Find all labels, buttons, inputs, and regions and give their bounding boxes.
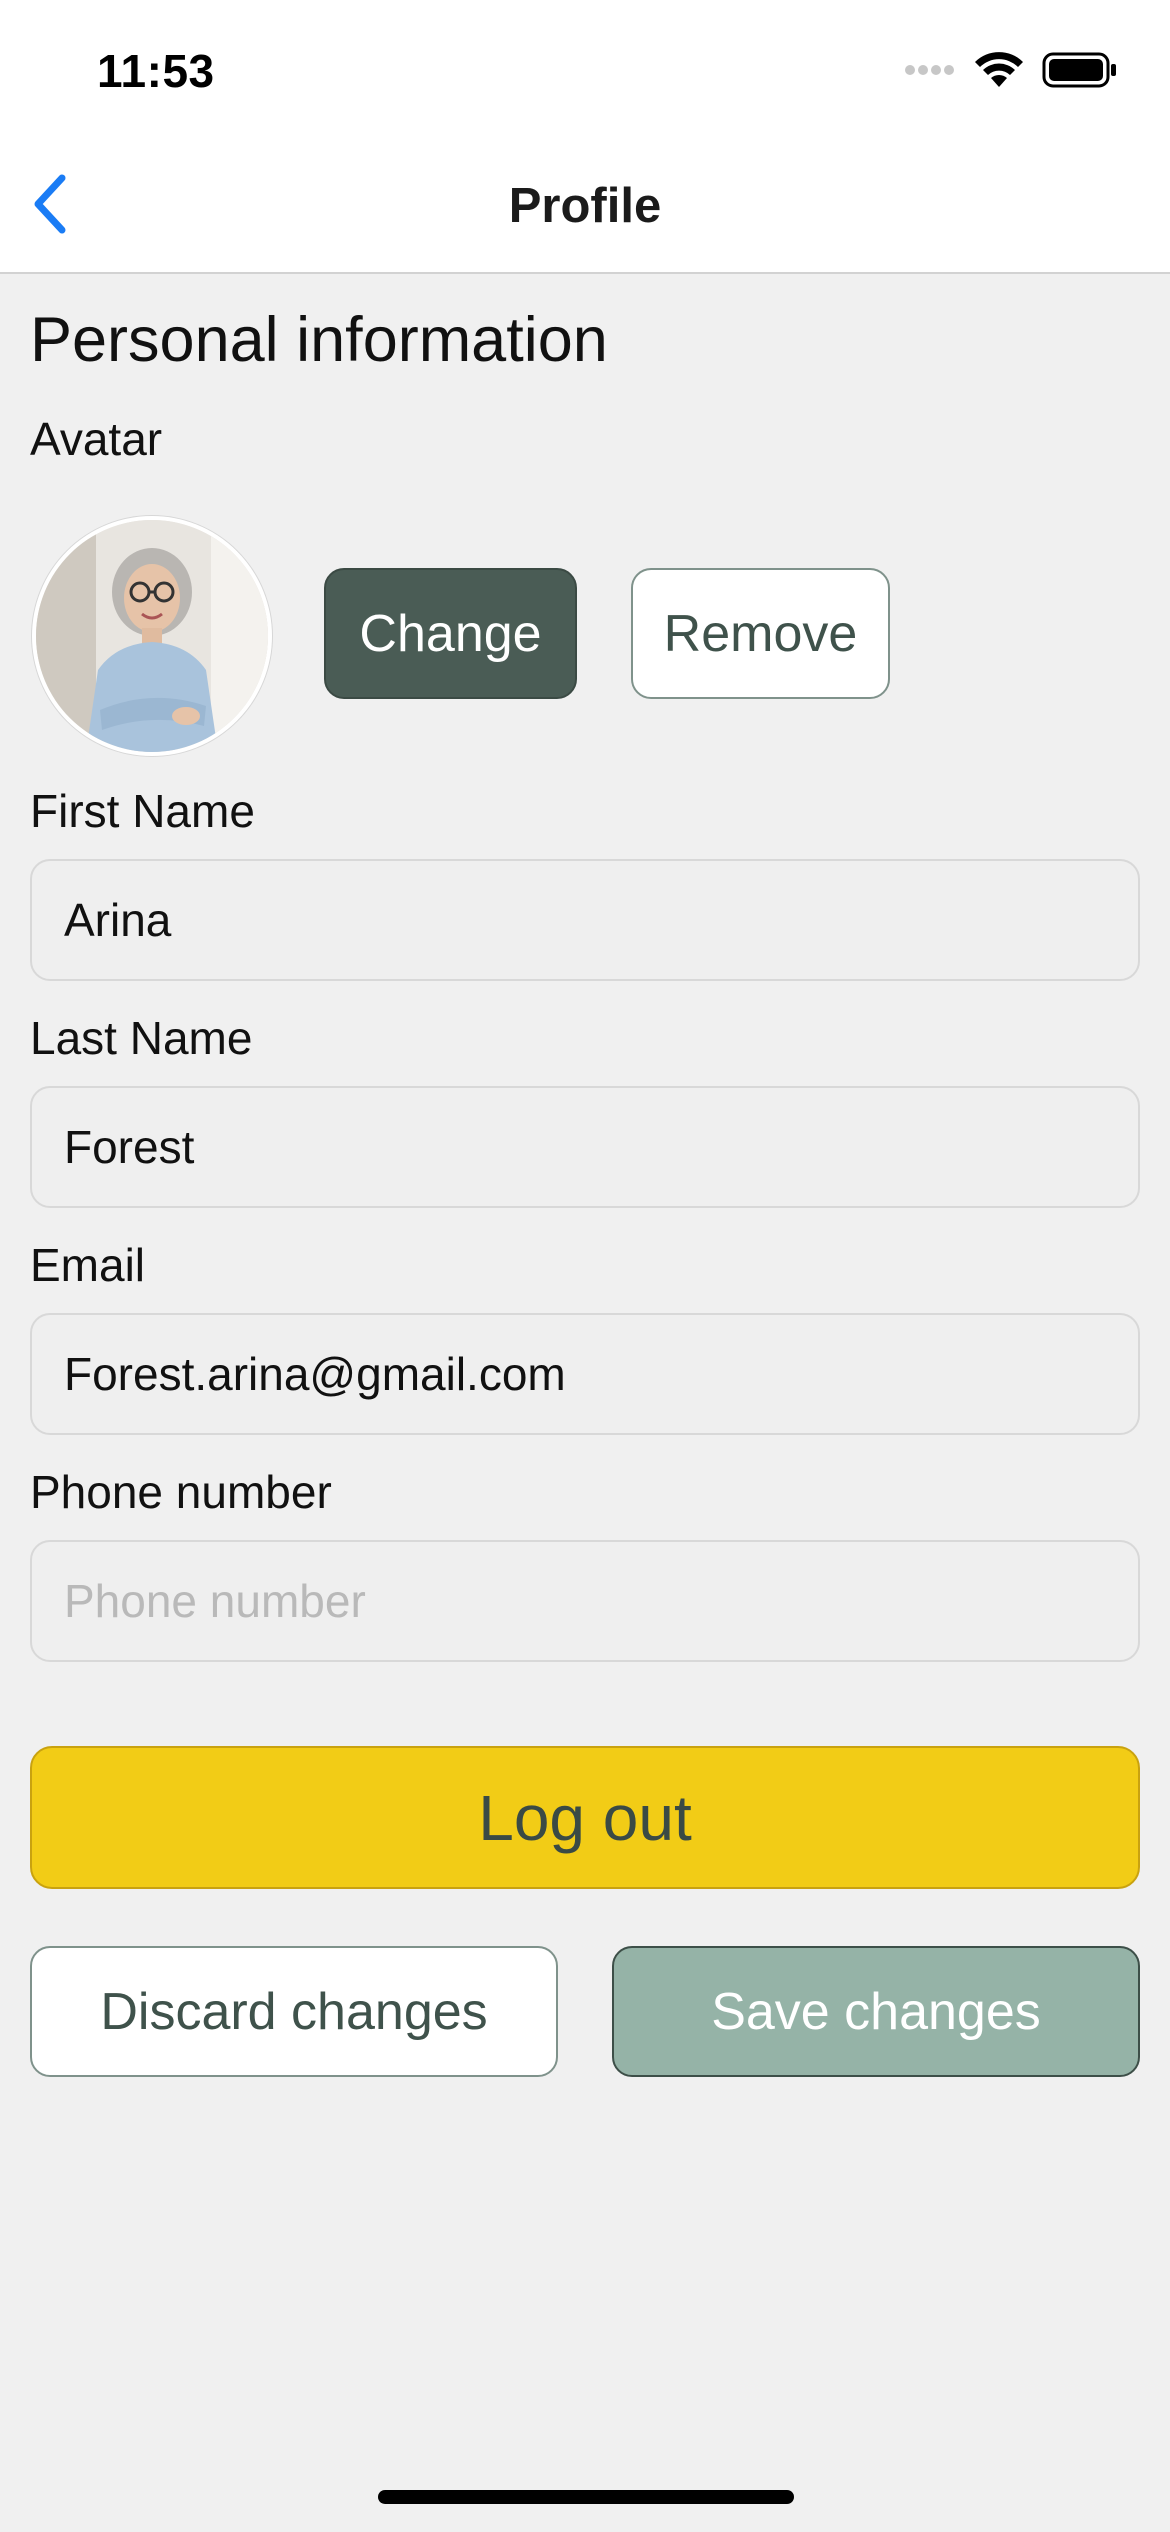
last-name-field[interactable]: Forest — [30, 1086, 1140, 1208]
discard-changes-button[interactable]: Discard changes — [30, 1946, 558, 2077]
avatar-label: Avatar — [30, 413, 163, 465]
avatar-portrait-icon — [36, 520, 268, 752]
battery-icon — [1042, 51, 1118, 94]
last-name-label: Last Name — [30, 1012, 253, 1064]
page-title: Profile — [508, 179, 662, 233]
logout-button[interactable]: Log out — [30, 1746, 1140, 1889]
change-avatar-button[interactable]: Change — [324, 568, 577, 699]
first-name-field[interactable]: Arina — [30, 859, 1140, 981]
home-indicator[interactable] — [378, 2490, 794, 2504]
cellular-signal-icon — [904, 63, 956, 82]
first-name-label: First Name — [30, 785, 255, 837]
status-time: 11:53 — [97, 45, 215, 97]
status-bar: 11:53 — [0, 0, 1170, 150]
remove-avatar-button[interactable]: Remove — [631, 568, 890, 699]
phone-placeholder: Phone number — [64, 1575, 366, 1627]
avatar — [32, 516, 272, 756]
wifi-icon — [974, 51, 1024, 94]
phone-label: Phone number — [30, 1466, 332, 1518]
status-icons — [904, 51, 1118, 94]
email-field[interactable]: Forest.arina@gmail.com — [30, 1313, 1140, 1435]
save-changes-button[interactable]: Save changes — [612, 1946, 1140, 2077]
section-title: Personal information — [30, 305, 608, 375]
navigation-bar: Profile — [0, 150, 1170, 274]
email-label: Email — [30, 1239, 146, 1291]
phone-field[interactable]: Phone number — [30, 1540, 1140, 1662]
